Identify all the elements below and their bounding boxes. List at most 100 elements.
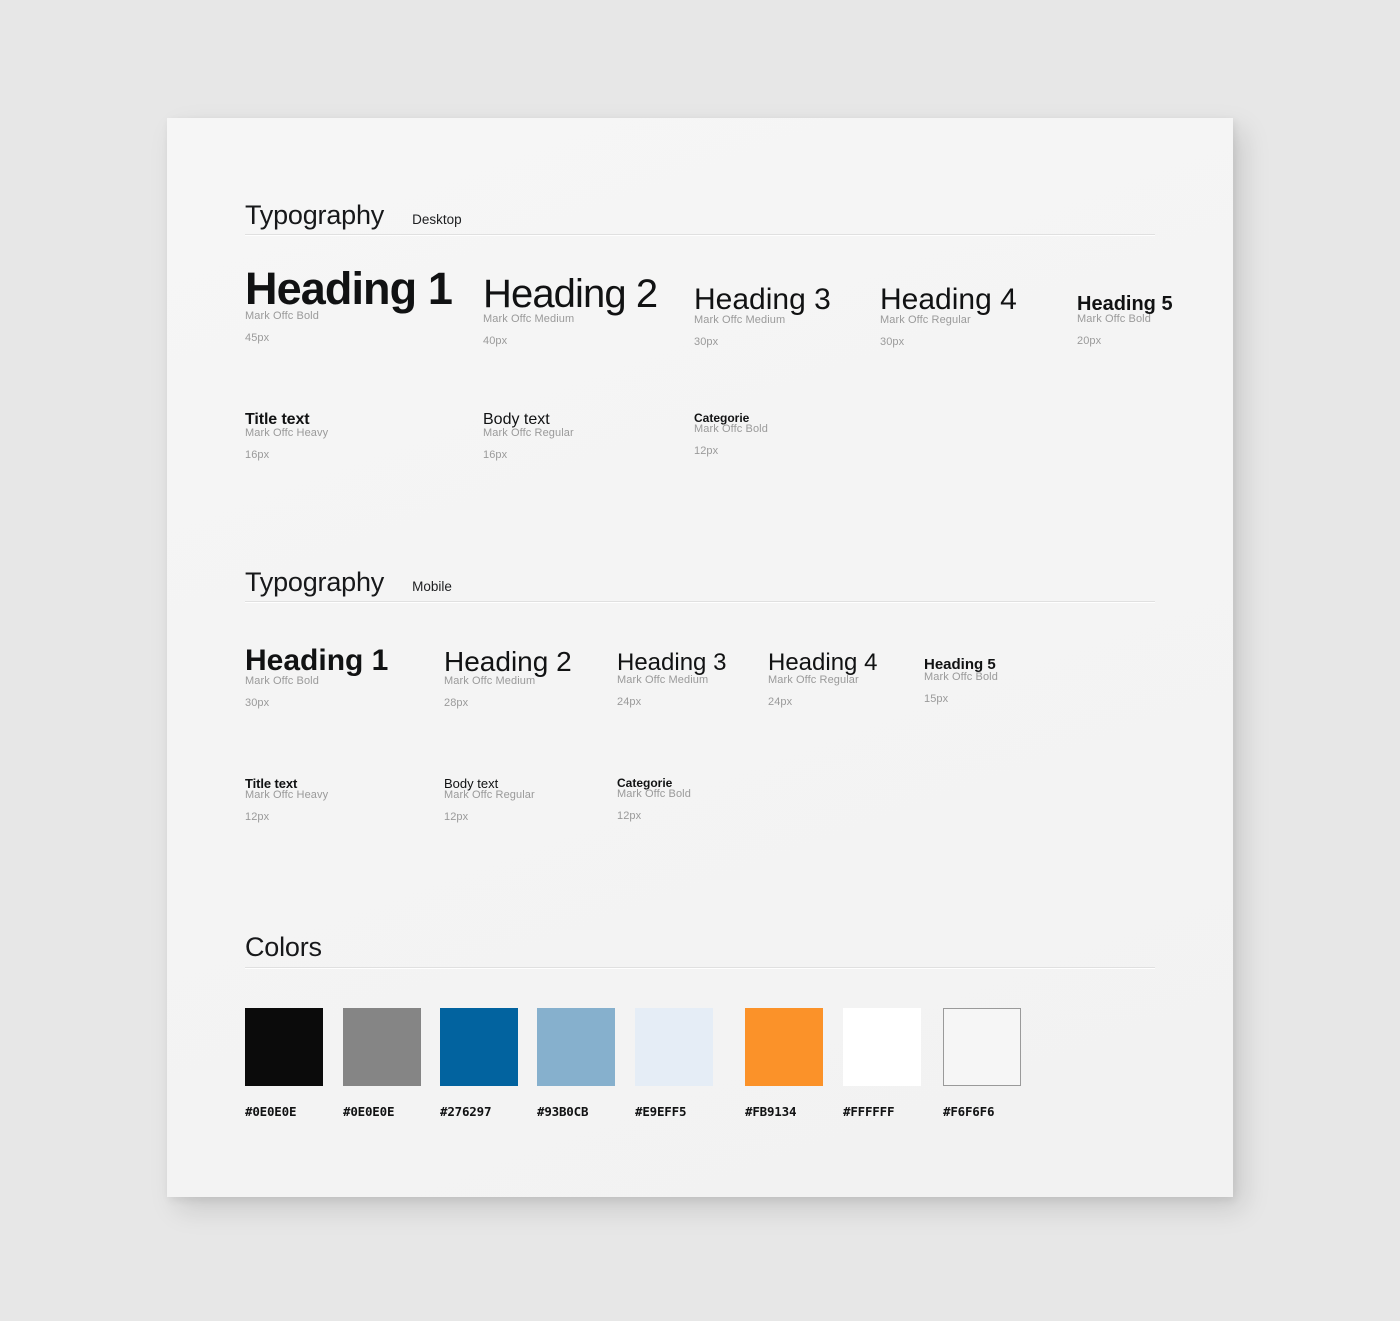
specimen-mobile-heading-2: Heading 2 Mark Offc Medium 28px: [444, 648, 572, 709]
specimen-meta: Mark Offc Regular 12px: [444, 790, 535, 823]
style-guide-card: Typography Desktop Heading 1 Mark Offc B…: [167, 118, 1233, 1197]
specimen-sample: Heading 3: [617, 649, 727, 676]
color-hex-label: #93B0CB: [537, 1104, 589, 1119]
specimen-desktop-heading-3: Heading 3 Mark Offc Medium 30px: [694, 285, 831, 348]
specimen-meta: Mark Offc Heavy 16px: [245, 428, 328, 461]
specimen-desktop-categorie: Categorie Mark Offc Bold 12px: [694, 412, 768, 457]
color-chip: [245, 1008, 323, 1086]
color-swatch[interactable]: #93B0CB: [537, 1008, 615, 1119]
specimen-font-size: 24px: [768, 696, 793, 708]
color-swatch[interactable]: #0E0E0E: [343, 1008, 421, 1119]
specimen-desktop-heading-1: Heading 1 Mark Offc Bold 45px: [245, 263, 453, 344]
specimen-desktop-heading-2: Heading 2 Mark Offc Medium 40px: [483, 272, 658, 347]
section-title: Typography: [245, 567, 385, 597]
color-hex-label: #FFFFFF: [843, 1104, 895, 1119]
section-header-typography-desktop: Typography Desktop: [245, 200, 462, 231]
specimen-sample: Body text: [483, 411, 550, 428]
specimen-font-name: Mark Offc Regular: [880, 314, 971, 326]
specimen-desktop-title-text: Title text Mark Offc Heavy 16px: [245, 412, 328, 461]
specimen-meta: Mark Offc Medium 28px: [444, 676, 572, 709]
section-header-typography-mobile: Typography Mobile: [245, 567, 452, 598]
specimen-desktop-heading-5: Heading 5 Mark Offc Bold 20px: [1077, 294, 1173, 347]
specimen-font-size: 12px: [694, 445, 719, 457]
specimen-font-size: 16px: [245, 449, 270, 461]
specimen-mobile-heading-4: Heading 4 Mark Offc Regular 24px: [768, 651, 877, 708]
specimen-meta: Mark Offc Regular 24px: [768, 675, 877, 708]
specimen-sample: Heading 2: [483, 272, 658, 316]
color-swatch[interactable]: #276297: [440, 1008, 518, 1119]
specimen-meta: Mark Offc Bold 12px: [694, 424, 768, 457]
specimen-font-size: 45px: [245, 332, 270, 344]
specimen-mobile-heading-1: Heading 1 Mark Offc Bold 30px: [245, 646, 388, 709]
section-divider: [245, 601, 1155, 602]
specimen-font-name: Mark Offc Medium: [444, 675, 536, 687]
specimen-meta: Mark Offc Bold 30px: [245, 676, 388, 709]
specimen-desktop-body-text: Body text Mark Offc Regular 16px: [483, 412, 574, 461]
specimen-meta: Mark Offc Medium 24px: [617, 675, 726, 708]
color-swatch[interactable]: #E9EFF5: [635, 1008, 713, 1119]
specimen-font-name: Mark Offc Bold: [924, 671, 998, 683]
color-hex-label: #F6F6F6: [943, 1104, 995, 1119]
color-swatch[interactable]: #0E0E0E: [245, 1008, 323, 1119]
section-title: Colors: [245, 932, 322, 962]
section-header-colors: Colors: [245, 932, 322, 963]
specimen-meta: Mark Offc Bold 45px: [245, 311, 452, 344]
specimen-font-size: 12px: [444, 811, 469, 823]
color-swatch[interactable]: #FFFFFF: [843, 1008, 921, 1119]
section-qualifier: Desktop: [412, 212, 462, 227]
specimen-meta: Mark Offc Bold 12px: [617, 789, 691, 822]
specimen-sample: Title text: [245, 411, 310, 428]
specimen-font-size: 20px: [1077, 335, 1102, 347]
specimen-font-name: Mark Offc Regular: [768, 674, 859, 686]
specimen-meta: Mark Offc Regular 16px: [483, 428, 574, 461]
color-hex-label: #0E0E0E: [343, 1104, 395, 1119]
section-divider: [245, 967, 1155, 968]
color-hex-label: #FB9134: [745, 1104, 797, 1119]
specimen-font-size: 28px: [444, 697, 469, 709]
specimen-font-name: Mark Offc Regular: [483, 427, 574, 439]
color-swatch[interactable]: #F6F6F6: [943, 1008, 1021, 1119]
specimen-font-size: 12px: [617, 810, 642, 822]
specimen-sample: Heading 5: [1077, 293, 1173, 315]
specimen-font-size: 16px: [483, 449, 508, 461]
color-chip: [745, 1008, 823, 1086]
specimen-font-size: 30px: [245, 697, 270, 709]
color-chip: [537, 1008, 615, 1086]
color-chip: [635, 1008, 713, 1086]
specimen-font-size: 40px: [483, 335, 508, 347]
specimen-mobile-body-text: Body text Mark Offc Regular 12px: [444, 777, 535, 823]
color-swatch[interactable]: #FB9134: [745, 1008, 823, 1119]
section-qualifier: Mobile: [412, 579, 452, 594]
specimen-font-size: 12px: [245, 811, 270, 823]
specimen-mobile-heading-5: Heading 5 Mark Offc Bold 15px: [924, 657, 998, 705]
specimen-sample: Heading 3: [694, 283, 831, 316]
specimen-sample: Heading 1: [245, 644, 389, 677]
specimen-mobile-title-text: Title text Mark Offc Heavy 12px: [245, 777, 328, 823]
specimen-sample: Heading 4: [768, 649, 878, 676]
specimen-font-name: Mark Offc Bold: [245, 675, 319, 687]
specimen-font-name: Mark Offc Heavy: [245, 789, 329, 801]
specimen-meta: Mark Offc Medium 40px: [483, 314, 657, 347]
specimen-font-name: Mark Offc Bold: [694, 423, 768, 435]
specimen-sample: Heading 1: [245, 263, 453, 314]
section-title: Typography: [245, 200, 385, 230]
specimen-font-size: 30px: [694, 336, 719, 348]
specimen-sample: Heading 4: [880, 283, 1017, 316]
specimen-font-name: Mark Offc Bold: [617, 788, 691, 800]
color-chip: [843, 1008, 921, 1086]
specimen-meta: Mark Offc Regular 30px: [880, 315, 1017, 348]
color-hex-label: #0E0E0E: [245, 1104, 297, 1119]
specimen-sample: Heading 5: [924, 656, 996, 673]
specimen-font-size: 24px: [617, 696, 642, 708]
specimen-font-name: Mark Offc Bold: [1077, 313, 1151, 325]
color-hex-label: #E9EFF5: [635, 1104, 687, 1119]
specimen-font-name: Mark Offc Medium: [694, 314, 786, 326]
specimen-mobile-heading-3: Heading 3 Mark Offc Medium 24px: [617, 651, 726, 708]
color-hex-label: #276297: [440, 1104, 492, 1119]
color-chip: [343, 1008, 421, 1086]
specimen-font-name: Mark Offc Heavy: [245, 427, 329, 439]
specimen-font-name: Mark Offc Regular: [444, 789, 535, 801]
specimen-meta: Mark Offc Heavy 12px: [245, 790, 328, 823]
specimen-font-size: 15px: [924, 693, 949, 705]
color-chip: [440, 1008, 518, 1086]
